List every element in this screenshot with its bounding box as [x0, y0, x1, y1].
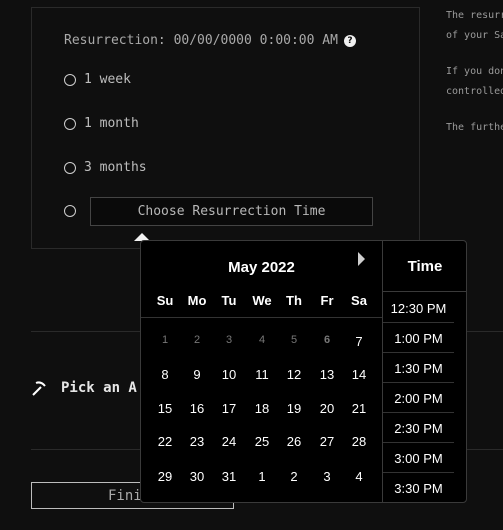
calendar: May 2022 Su Mo Tu We Th Fr Sa 1 2 3 4 5 6 7 8 9 10 11 12 1… [141, 241, 382, 502]
option-3-months[interactable]: 3 months [64, 160, 147, 175]
radio-icon[interactable] [64, 161, 76, 174]
calendar-day[interactable]: 9 [183, 367, 211, 382]
calendar-day[interactable]: 5 [280, 334, 308, 346]
calendar-day[interactable]: 29 [151, 469, 179, 484]
calendar-day[interactable]: 19 [280, 401, 308, 416]
calendar-day[interactable]: 25 [248, 434, 276, 449]
option-label: 1 month [84, 116, 139, 131]
option-1-week[interactable]: 1 week [64, 72, 131, 87]
side-text-line: If you don [446, 66, 503, 77]
next-month-icon[interactable] [358, 252, 365, 266]
time-slot[interactable]: 3:00 PM [383, 444, 454, 473]
weekday-label: Mo [187, 293, 207, 308]
calendar-day[interactable]: 4 [345, 469, 373, 484]
calendar-day[interactable]: 20 [313, 401, 341, 416]
resurrection-panel: Resurrection: 00/00/0000 0:00:00 AM? 1 w… [31, 7, 420, 249]
option-label: 3 months [84, 160, 147, 175]
calendar-day[interactable]: 1 [151, 334, 179, 346]
calendar-day[interactable]: 17 [215, 401, 243, 416]
radio-icon[interactable] [64, 73, 76, 86]
help-icon[interactable]: ? [343, 35, 356, 47]
calendar-day[interactable]: 30 [183, 469, 211, 484]
calendar-day[interactable]: 22 [151, 434, 179, 449]
pick-row[interactable]: Pick an A [31, 380, 137, 396]
side-text-line: The further [446, 122, 503, 133]
calendar-day[interactable]: 15 [151, 401, 179, 416]
calendar-day[interactable]: 26 [280, 434, 308, 449]
resurrection-title: Resurrection: 00/00/0000 0:00:00 AM? [64, 33, 356, 48]
choose-resurrection-time-button[interactable]: Choose Resurrection Time [90, 197, 373, 226]
calendar-day[interactable]: 14 [345, 367, 373, 382]
option-1-month[interactable]: 1 month [64, 116, 139, 131]
pickaxe-icon [32, 381, 46, 396]
calendar-day[interactable]: 23 [183, 434, 211, 449]
calendar-day[interactable]: 3 [313, 469, 341, 484]
calendar-day[interactable]: 6 [313, 334, 341, 346]
month-label: May 2022 [228, 259, 295, 276]
time-header: Time [383, 241, 466, 292]
time-slot[interactable]: 1:30 PM [383, 354, 454, 383]
calendar-day[interactable]: 3 [215, 334, 243, 346]
option-label: 1 week [84, 72, 131, 87]
weekday-label: Th [286, 293, 302, 308]
calendar-separator [141, 317, 382, 318]
calendar-day[interactable]: 10 [215, 367, 243, 382]
calendar-day[interactable]: 18 [248, 401, 276, 416]
time-slot[interactable]: 1:00 PM [383, 324, 454, 353]
side-text-line: of your Sa [446, 30, 503, 41]
time-slot[interactable]: 2:30 PM [383, 414, 454, 443]
calendar-day[interactable]: 28 [345, 434, 373, 449]
side-text-line: The resurre [446, 10, 503, 21]
pick-label: Pick an A [61, 380, 137, 396]
weekday-label: We [252, 293, 272, 308]
calendar-day[interactable]: 8 [151, 367, 179, 382]
calendar-day[interactable]: 11 [248, 367, 276, 382]
calendar-day[interactable]: 12 [280, 367, 308, 382]
calendar-day[interactable]: 21 [345, 401, 373, 416]
calendar-day[interactable]: 7 [345, 334, 373, 349]
side-text-line: controlled [446, 86, 503, 97]
page: Resurrection: 00/00/0000 0:00:00 AM? 1 w… [0, 0, 503, 530]
calendar-day[interactable]: 1 [248, 469, 276, 484]
calendar-day[interactable]: 16 [183, 401, 211, 416]
time-slot[interactable]: 12:30 PM [383, 294, 454, 323]
weekday-label: Sa [351, 293, 367, 308]
resurrection-title-text: Resurrection: 00/00/0000 0:00:00 AM [64, 33, 338, 48]
calendar-day[interactable]: 31 [215, 469, 243, 484]
weekday-label: Su [156, 293, 174, 308]
option-custom[interactable] [64, 205, 84, 217]
weekday-label: Fr [320, 293, 334, 308]
time-slot[interactable]: 3:30 PM [383, 474, 454, 502]
calendar-day[interactable]: 27 [313, 434, 341, 449]
time-slot[interactable]: 2:00 PM [383, 384, 454, 413]
calendar-day[interactable]: 13 [313, 367, 341, 382]
radio-icon[interactable] [64, 205, 76, 217]
calendar-day[interactable]: 24 [215, 434, 243, 449]
calendar-day[interactable]: 2 [280, 469, 308, 484]
radio-icon[interactable] [64, 117, 76, 130]
weekday-header: Su Mo Tu We Th Fr Sa [141, 293, 382, 309]
weekday-label: Tu [221, 293, 237, 308]
time-column: Time 12:30 PM 1:00 PM 1:30 PM 2:00 PM 2:30 P… [382, 241, 466, 502]
date-time-picker: May 2022 Su Mo Tu We Th Fr Sa 1 2 3 4 5 6 7 8 9 10 11 12 1… [140, 240, 467, 503]
calendar-day[interactable]: 2 [183, 334, 211, 346]
calendar-day[interactable]: 4 [248, 334, 276, 346]
